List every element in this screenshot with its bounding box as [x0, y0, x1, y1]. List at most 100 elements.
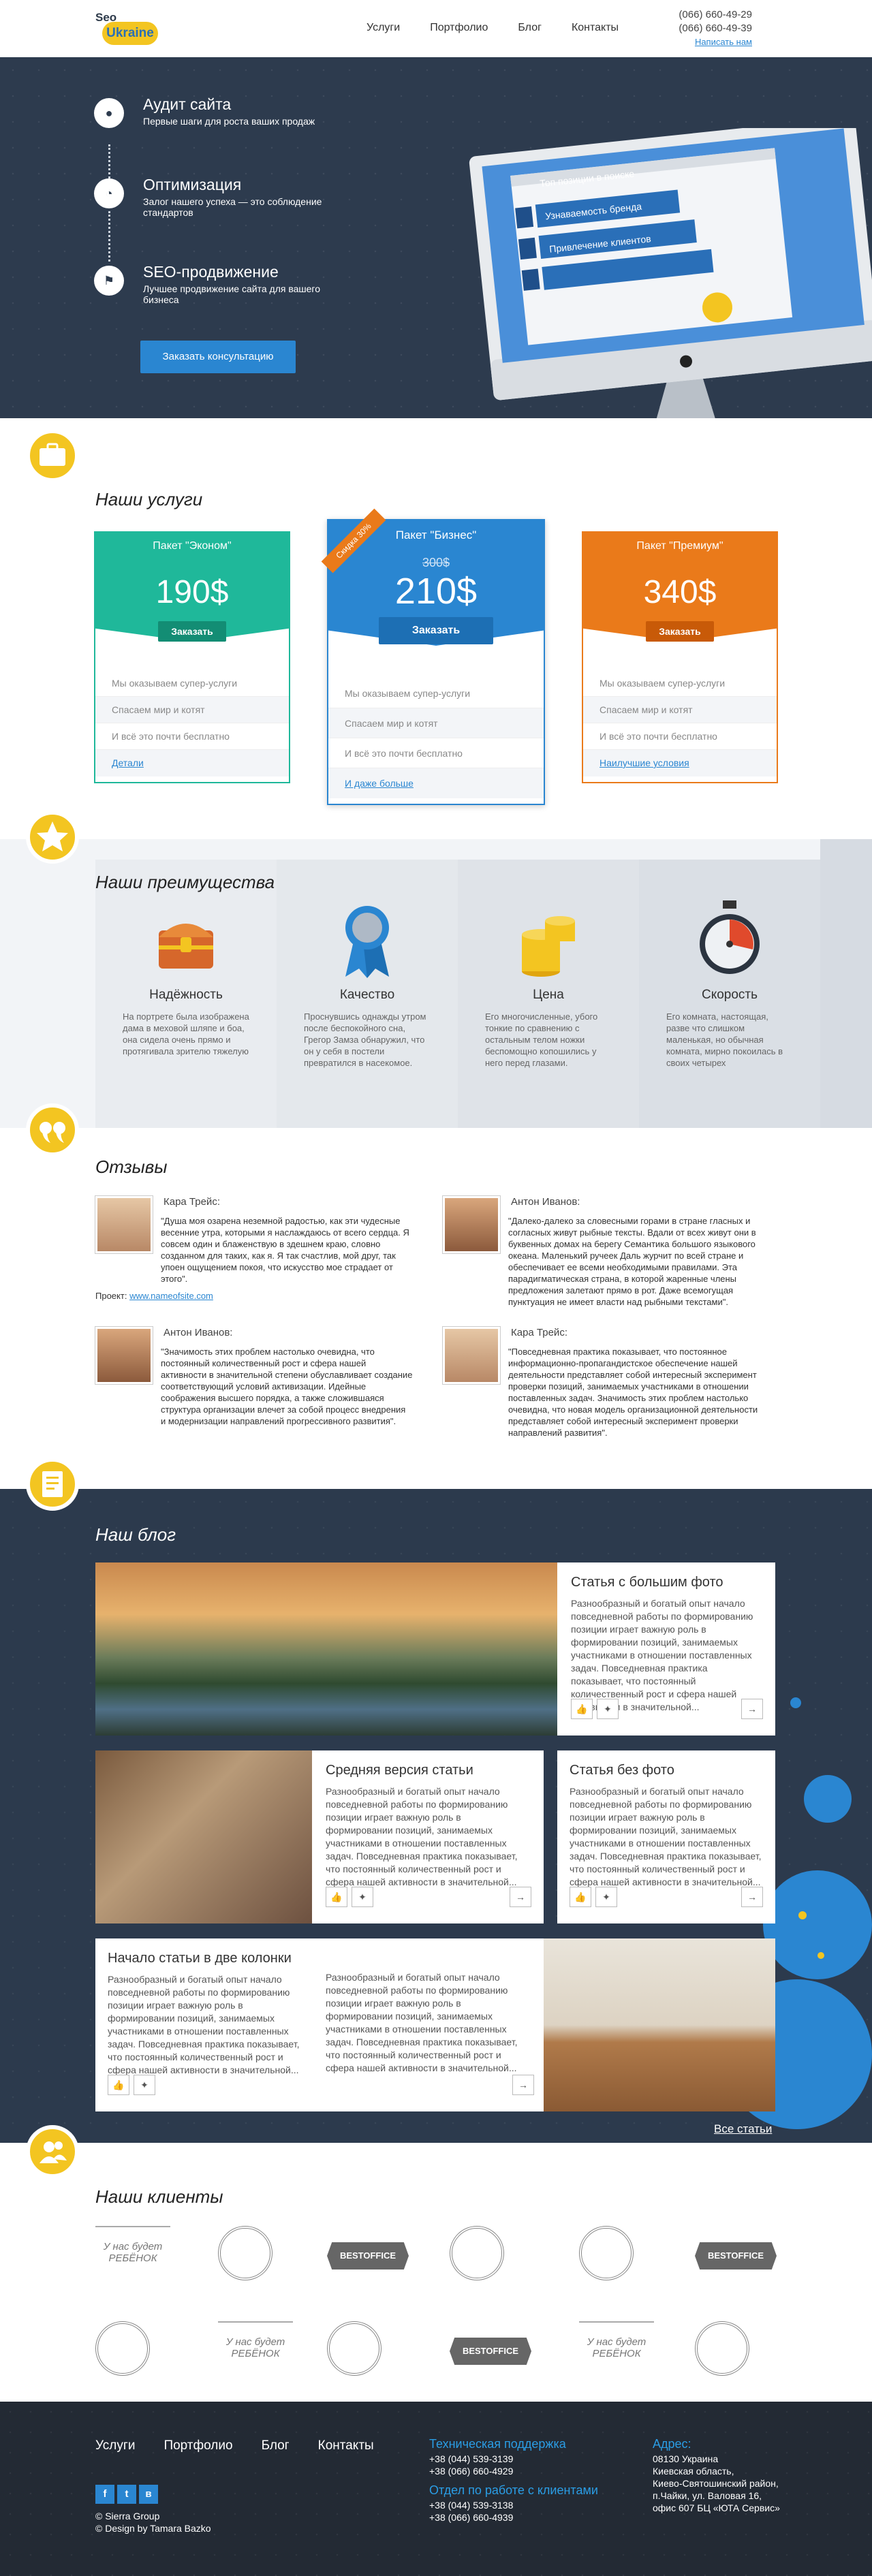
- read-more-arrow[interactable]: →: [741, 1887, 763, 1907]
- post-image[interactable]: [544, 1938, 775, 2111]
- twitter-icon[interactable]: t: [117, 2485, 136, 2504]
- blog-post-medium: Средняя версия статьи Разнообразный и бо…: [95, 1750, 544, 1923]
- review-author: Антон Иванов:: [511, 1196, 580, 1208]
- adv-speed: Скорость Его комната, настоящая, разве ч…: [639, 894, 820, 1069]
- order-button[interactable]: Заказать: [379, 617, 493, 644]
- post-image[interactable]: [95, 1750, 312, 1923]
- nav-contacts[interactable]: Контакты: [572, 22, 619, 34]
- coins-icon: [522, 916, 575, 977]
- client-logo-emblem[interactable]: emblem: [218, 2226, 272, 2280]
- client-logo-emblem[interactable]: emblem: [695, 2321, 749, 2376]
- plan-feature: Спасаем мир и котят: [583, 697, 777, 723]
- site-footer: Услуги Портфолио Блог Контакты f t в © S…: [0, 2402, 872, 2576]
- plan-feature: И всё это почти бесплатно: [583, 723, 777, 750]
- blog-post-two-column: Начало статьи в две колонки Разнообразны…: [95, 1938, 775, 2111]
- flag-icon: ⚑: [94, 266, 124, 296]
- post-excerpt: Разнообразный и богатый опыт начало повс…: [108, 1974, 300, 2075]
- post-image[interactable]: [95, 1562, 557, 1735]
- like-button[interactable]: 👍: [570, 1887, 591, 1907]
- order-button[interactable]: Заказать: [646, 621, 714, 642]
- adv-text: Проснувшись однажды утром после беспокой…: [304, 1011, 426, 1068]
- services-title: Наши услуги: [95, 489, 203, 509]
- client-logo-emblem[interactable]: emblem: [450, 2226, 504, 2280]
- read-more-arrow[interactable]: →: [741, 1699, 763, 1719]
- project-link[interactable]: www.nameofsite.com: [129, 1291, 213, 1301]
- review-text: "Далеко-далеко за словесными горами в ст…: [508, 1216, 756, 1307]
- post-title[interactable]: Средняя версия статьи: [326, 1763, 530, 1778]
- copyright-1: © Sierra Group: [95, 2511, 160, 2522]
- post-excerpt-col2: Разнообразный и богатый опыт начало повс…: [326, 1972, 518, 2073]
- like-button[interactable]: 👍: [326, 1887, 347, 1907]
- order-button[interactable]: Заказать: [158, 621, 226, 642]
- plan-name: Пакет "Эконом": [95, 533, 289, 560]
- review-text: "Повседневная практика показывает, что п…: [508, 1347, 758, 1438]
- document-icon: [26, 1458, 79, 1511]
- client-logo-rebenok[interactable]: У нас будет РЕБЁНОК: [95, 2226, 170, 2274]
- plan-details-link[interactable]: Детали: [95, 750, 289, 776]
- like-button[interactable]: 👍: [571, 1699, 593, 1719]
- treasure-chest-icon: [159, 924, 213, 969]
- review-author: Кара Трейс:: [511, 1327, 567, 1338]
- adv-price: Цена Его многочисленные, убого тонкие по…: [458, 894, 639, 1069]
- write-us-link[interactable]: Написать нам: [695, 37, 752, 47]
- client-logo-rebenok[interactable]: У нас будет РЕБЁНОК: [218, 2321, 293, 2369]
- client-logo-bestoffice[interactable]: BESTOFFICE: [695, 2242, 777, 2269]
- plan-details-link[interactable]: Наилучшие условия: [583, 750, 777, 776]
- step-text: Первые шаги для роста ваших продаж: [143, 116, 315, 127]
- footer-nav-contacts[interactable]: Контакты: [318, 2438, 374, 2453]
- twitter-button[interactable]: ✦: [595, 1887, 617, 1907]
- deco-circle: [790, 1697, 801, 1708]
- read-more-arrow[interactable]: →: [512, 2075, 534, 2095]
- clients-dept-title: Отдел по работе с клиентами: [429, 2483, 598, 2497]
- nav-blog[interactable]: Блог: [518, 22, 542, 34]
- twitter-button[interactable]: ✦: [134, 2075, 155, 2095]
- like-button[interactable]: 👍: [108, 2075, 129, 2095]
- twitter-button[interactable]: ✦: [597, 1699, 619, 1719]
- blog-post-no-photo: Статья без фото Разнообразный и богатый …: [557, 1750, 775, 1923]
- logo-bottom: Ukraine: [102, 22, 158, 45]
- review-author: Кара Трейс:: [164, 1196, 220, 1208]
- deco-circle: [804, 1775, 852, 1823]
- client-logo-bestoffice[interactable]: BESTOFFICE: [327, 2242, 409, 2269]
- footer-nav-blog[interactable]: Блог: [262, 2438, 290, 2453]
- client-logo-emblem[interactable]: emblem: [95, 2321, 150, 2376]
- read-more-arrow[interactable]: →: [510, 1887, 531, 1907]
- plan-feature: Мы оказываем супер-услуги: [583, 670, 777, 697]
- plan-name: Пакет "Премиум": [583, 533, 777, 560]
- clients-title: Наши клиенты: [95, 2186, 223, 2207]
- nav-services[interactable]: Услуги: [367, 22, 400, 34]
- address-line: п.Чайки, ул. Валовая 16,: [653, 2490, 762, 2501]
- adv-title: Надёжность: [149, 988, 223, 1002]
- logo[interactable]: Seo Ukraine: [95, 10, 170, 48]
- blog-title: Наш блог: [95, 1524, 176, 1545]
- order-consultation-button[interactable]: Заказать консультацию: [140, 341, 296, 373]
- quote-icon: [26, 1103, 79, 1157]
- footer-nav-services[interactable]: Услуги: [95, 2438, 135, 2453]
- all-posts-link[interactable]: Все статьи: [714, 2122, 772, 2136]
- step-text: Залог нашего успеха — это соблюдение ста…: [143, 196, 322, 218]
- client-logo-bestoffice[interactable]: BESTOFFICE: [450, 2338, 531, 2365]
- nav-portfolio[interactable]: Портфолио: [430, 22, 488, 34]
- facebook-icon[interactable]: f: [95, 2485, 114, 2504]
- post-title[interactable]: Начало статьи в две колонки: [108, 1951, 312, 1966]
- briefcase-icon: [26, 429, 79, 482]
- client-logo-emblem[interactable]: emblem: [579, 2226, 634, 2280]
- footer-nav-portfolio[interactable]: Портфолио: [164, 2438, 232, 2453]
- users-icon: [26, 2125, 79, 2178]
- review-text: "Душа моя озарена неземной радостью, как…: [161, 1216, 409, 1284]
- clients-phone: +38 (066) 660-4939: [429, 2512, 514, 2523]
- advantages-title: Наши преимущества: [95, 872, 275, 892]
- client-logo-emblem[interactable]: emblem: [327, 2321, 382, 2376]
- twitter-button[interactable]: ✦: [352, 1887, 373, 1907]
- step-title: Оптимизация: [143, 176, 242, 193]
- address-line: Киево-Святошинский район,: [653, 2478, 779, 2489]
- vk-icon[interactable]: в: [139, 2485, 158, 2504]
- adv-title: Цена: [533, 988, 564, 1002]
- avatar: [443, 1327, 500, 1384]
- review-text: "Значимость этих проблем настолько очеви…: [161, 1347, 413, 1426]
- client-logo-rebenok[interactable]: У нас будет РЕБЁНОК: [579, 2321, 654, 2369]
- post-title[interactable]: Статья с большим фото: [571, 1575, 762, 1590]
- post-title[interactable]: Статья без фото: [570, 1763, 763, 1778]
- hero-section: ● Аудит сайта Первые шаги для роста ваши…: [0, 57, 872, 418]
- plan-details-link[interactable]: И даже больше: [328, 768, 544, 798]
